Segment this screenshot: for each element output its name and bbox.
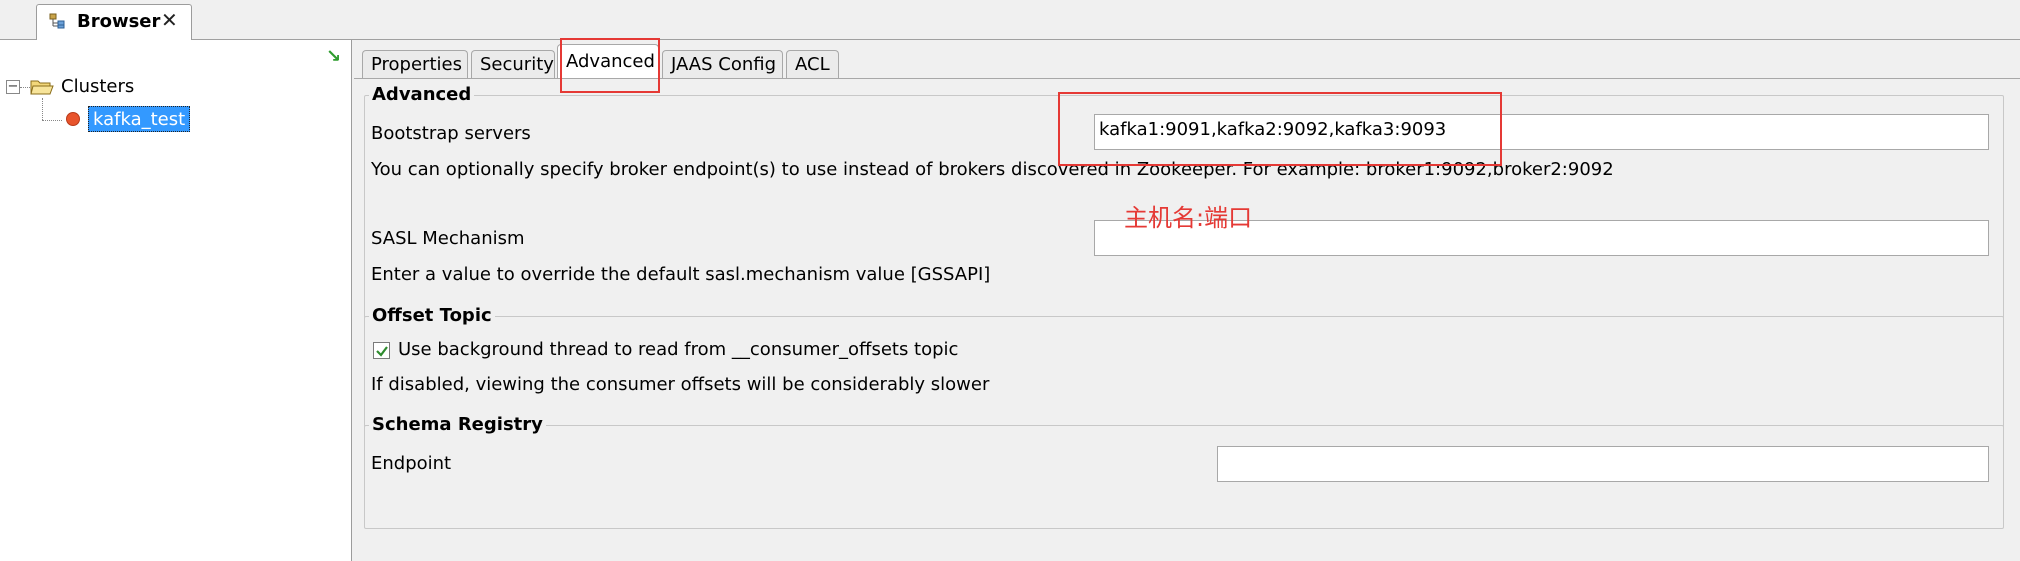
sasl-mechanism-label: SASL Mechanism <box>371 228 525 249</box>
background-thread-checkbox[interactable] <box>373 342 390 359</box>
tab-properties[interactable]: Properties <box>362 50 468 78</box>
browser-view-icon <box>49 13 67 29</box>
view-title: Browser <box>77 11 161 32</box>
tree-connector <box>42 120 62 121</box>
schema-registry-group-title: Schema Registry <box>369 414 546 435</box>
checkmark-icon <box>376 346 388 357</box>
folder-open-icon <box>30 78 54 96</box>
browser-view-tab[interactable]: Browser ✕ <box>36 4 192 40</box>
offset-topic-help: If disabled, viewing the consumer offset… <box>371 374 990 395</box>
bootstrap-servers-input[interactable]: kafka1:9091,kafka2:9092,kafka3:9093 <box>1094 114 1989 150</box>
tab-divider <box>354 78 2020 79</box>
schema-registry-endpoint-input[interactable] <box>1217 446 1989 482</box>
tab-advanced[interactable]: Advanced <box>557 44 659 79</box>
tab-security[interactable]: Security <box>471 50 555 78</box>
view-tab-bar: Browser ✕ <box>0 0 2020 40</box>
tree-connector <box>20 87 30 88</box>
bootstrap-servers-label: Bootstrap servers <box>371 123 531 144</box>
collapse-all-icon[interactable]: ↘ <box>326 46 341 67</box>
tab-jaas-config[interactable]: JAAS Config <box>662 50 783 78</box>
cluster-status-icon <box>66 112 80 126</box>
host-port-annotation: 主机名:端口 <box>1124 204 1253 232</box>
background-thread-label: Use background thread to read from __con… <box>398 339 959 360</box>
sasl-mechanism-help: Enter a value to override the default sa… <box>371 264 991 285</box>
tree-item-cluster[interactable]: kafka_test <box>88 106 191 132</box>
tree-item-clusters[interactable]: Clusters <box>61 76 134 97</box>
cluster-properties-panel: Properties Security Advanced JAAS Config… <box>354 40 2020 561</box>
cluster-tree-panel: ↘ − Clusters kafka_test <box>0 40 352 561</box>
offset-topic-group-title: Offset Topic <box>369 305 495 326</box>
tab-acl[interactable]: ACL <box>786 50 839 78</box>
endpoint-label: Endpoint <box>371 453 452 474</box>
tree-connector <box>42 98 43 120</box>
advanced-group-title: Advanced <box>369 84 475 105</box>
bootstrap-servers-help: You can optionally specify broker endpoi… <box>371 159 1614 180</box>
close-icon[interactable]: ✕ <box>161 8 178 32</box>
tree-collapse-toggle[interactable]: − <box>6 80 20 94</box>
